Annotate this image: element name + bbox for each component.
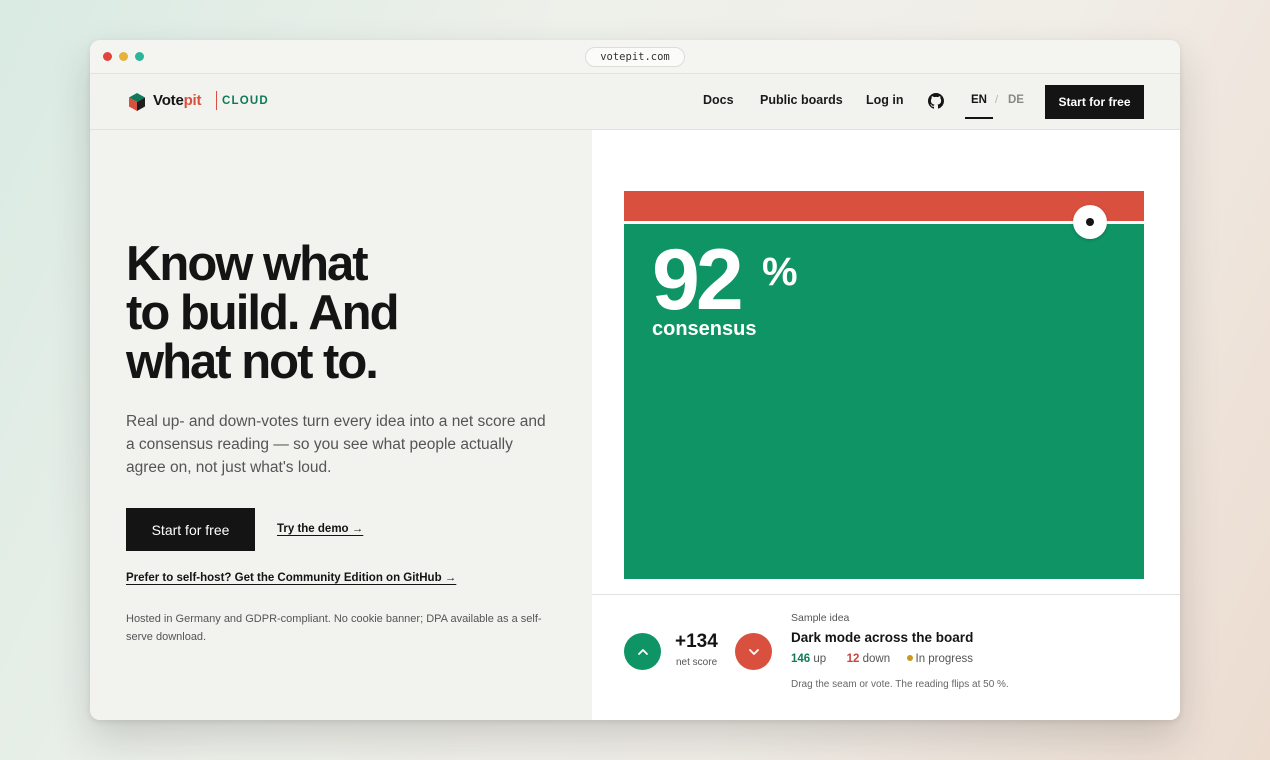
address-bar[interactable]: votepit.com [585,47,685,67]
lang-active-underline [965,117,993,119]
brand-pit: pit [183,92,202,109]
chevron-up-icon [637,648,648,655]
upvote-button[interactable] [624,633,661,670]
hero-title: Know what to build. And what not to. [126,240,546,387]
status-dot-icon [906,655,913,662]
site-header: Votepit CLOUD Docs Public boards Log in … [90,74,1180,130]
net-score-label: net score [676,657,718,668]
seam-handle-icon[interactable] [1073,205,1107,239]
demo-hint: Drag the seam or vote. The reading flips… [791,679,1009,690]
start-free-button[interactable]: Start for free [126,508,255,551]
github-icon[interactable] [928,93,944,109]
net-score: +134 [675,631,718,652]
consensus-unit: % [762,250,798,294]
downvote-button[interactable] [735,633,772,670]
chevron-down-icon [748,648,759,655]
hero-section: Know what to build. And what not to. Rea… [90,130,592,720]
browser-titlebar: votepit.com [90,40,1180,74]
brand-suffix: CLOUD [222,95,269,107]
consensus-demo: 92 % consensus +134 net score Sample ide… [592,130,1180,720]
status-badge: In progress [915,653,974,665]
down-label: down [862,653,891,665]
self-host-link[interactable]: Prefer to self-host? Get the Community E… [126,572,456,584]
lang-de[interactable]: DE [1008,94,1024,106]
hero-title-line: Know what [126,237,369,291]
brand-name[interactable]: Votepit [153,92,202,109]
up-count: 146 [791,653,811,665]
start-free-nav-button[interactable]: Start for free [1045,85,1144,119]
consensus-value: 92 [652,232,744,328]
disagree-area [624,191,1144,221]
lang-separator: / [995,94,999,106]
hero-subtitle: Real up- and down-votes turn every idea … [126,413,546,476]
close-window-button[interactable] [103,52,112,61]
nav-link-docs[interactable]: Docs [703,93,734,107]
hero-title-line: to build. And [126,286,400,340]
minimize-window-button[interactable] [119,52,128,61]
down-count: 12 [846,653,860,665]
votepit-cube-icon[interactable] [128,92,146,112]
sample-label: Sample idea [791,612,850,624]
hero-title-line: what not to. [126,335,379,389]
consensus-label: consensus [652,318,757,340]
try-demo-link[interactable]: Try the demo → [277,523,363,535]
lang-en[interactable]: EN [971,94,987,106]
maximize-window-button[interactable] [135,52,144,61]
divider [592,594,1180,595]
hosted-note: Hosted in Germany and GDPR-compliant. No… [126,613,542,643]
brand-vote: Vote [153,92,184,109]
browser-window: votepit.com Votepit CLOUD Docs Public bo… [90,40,1180,720]
brand-divider [216,91,217,110]
idea-title: Dark mode across the board [791,630,974,645]
nav-link-public-boards[interactable]: Public boards [760,93,843,107]
nav-link-log-in[interactable]: Log in [866,93,904,107]
up-label: up [813,653,827,665]
vote-stats: 146 up 12 down In progress [791,653,973,665]
